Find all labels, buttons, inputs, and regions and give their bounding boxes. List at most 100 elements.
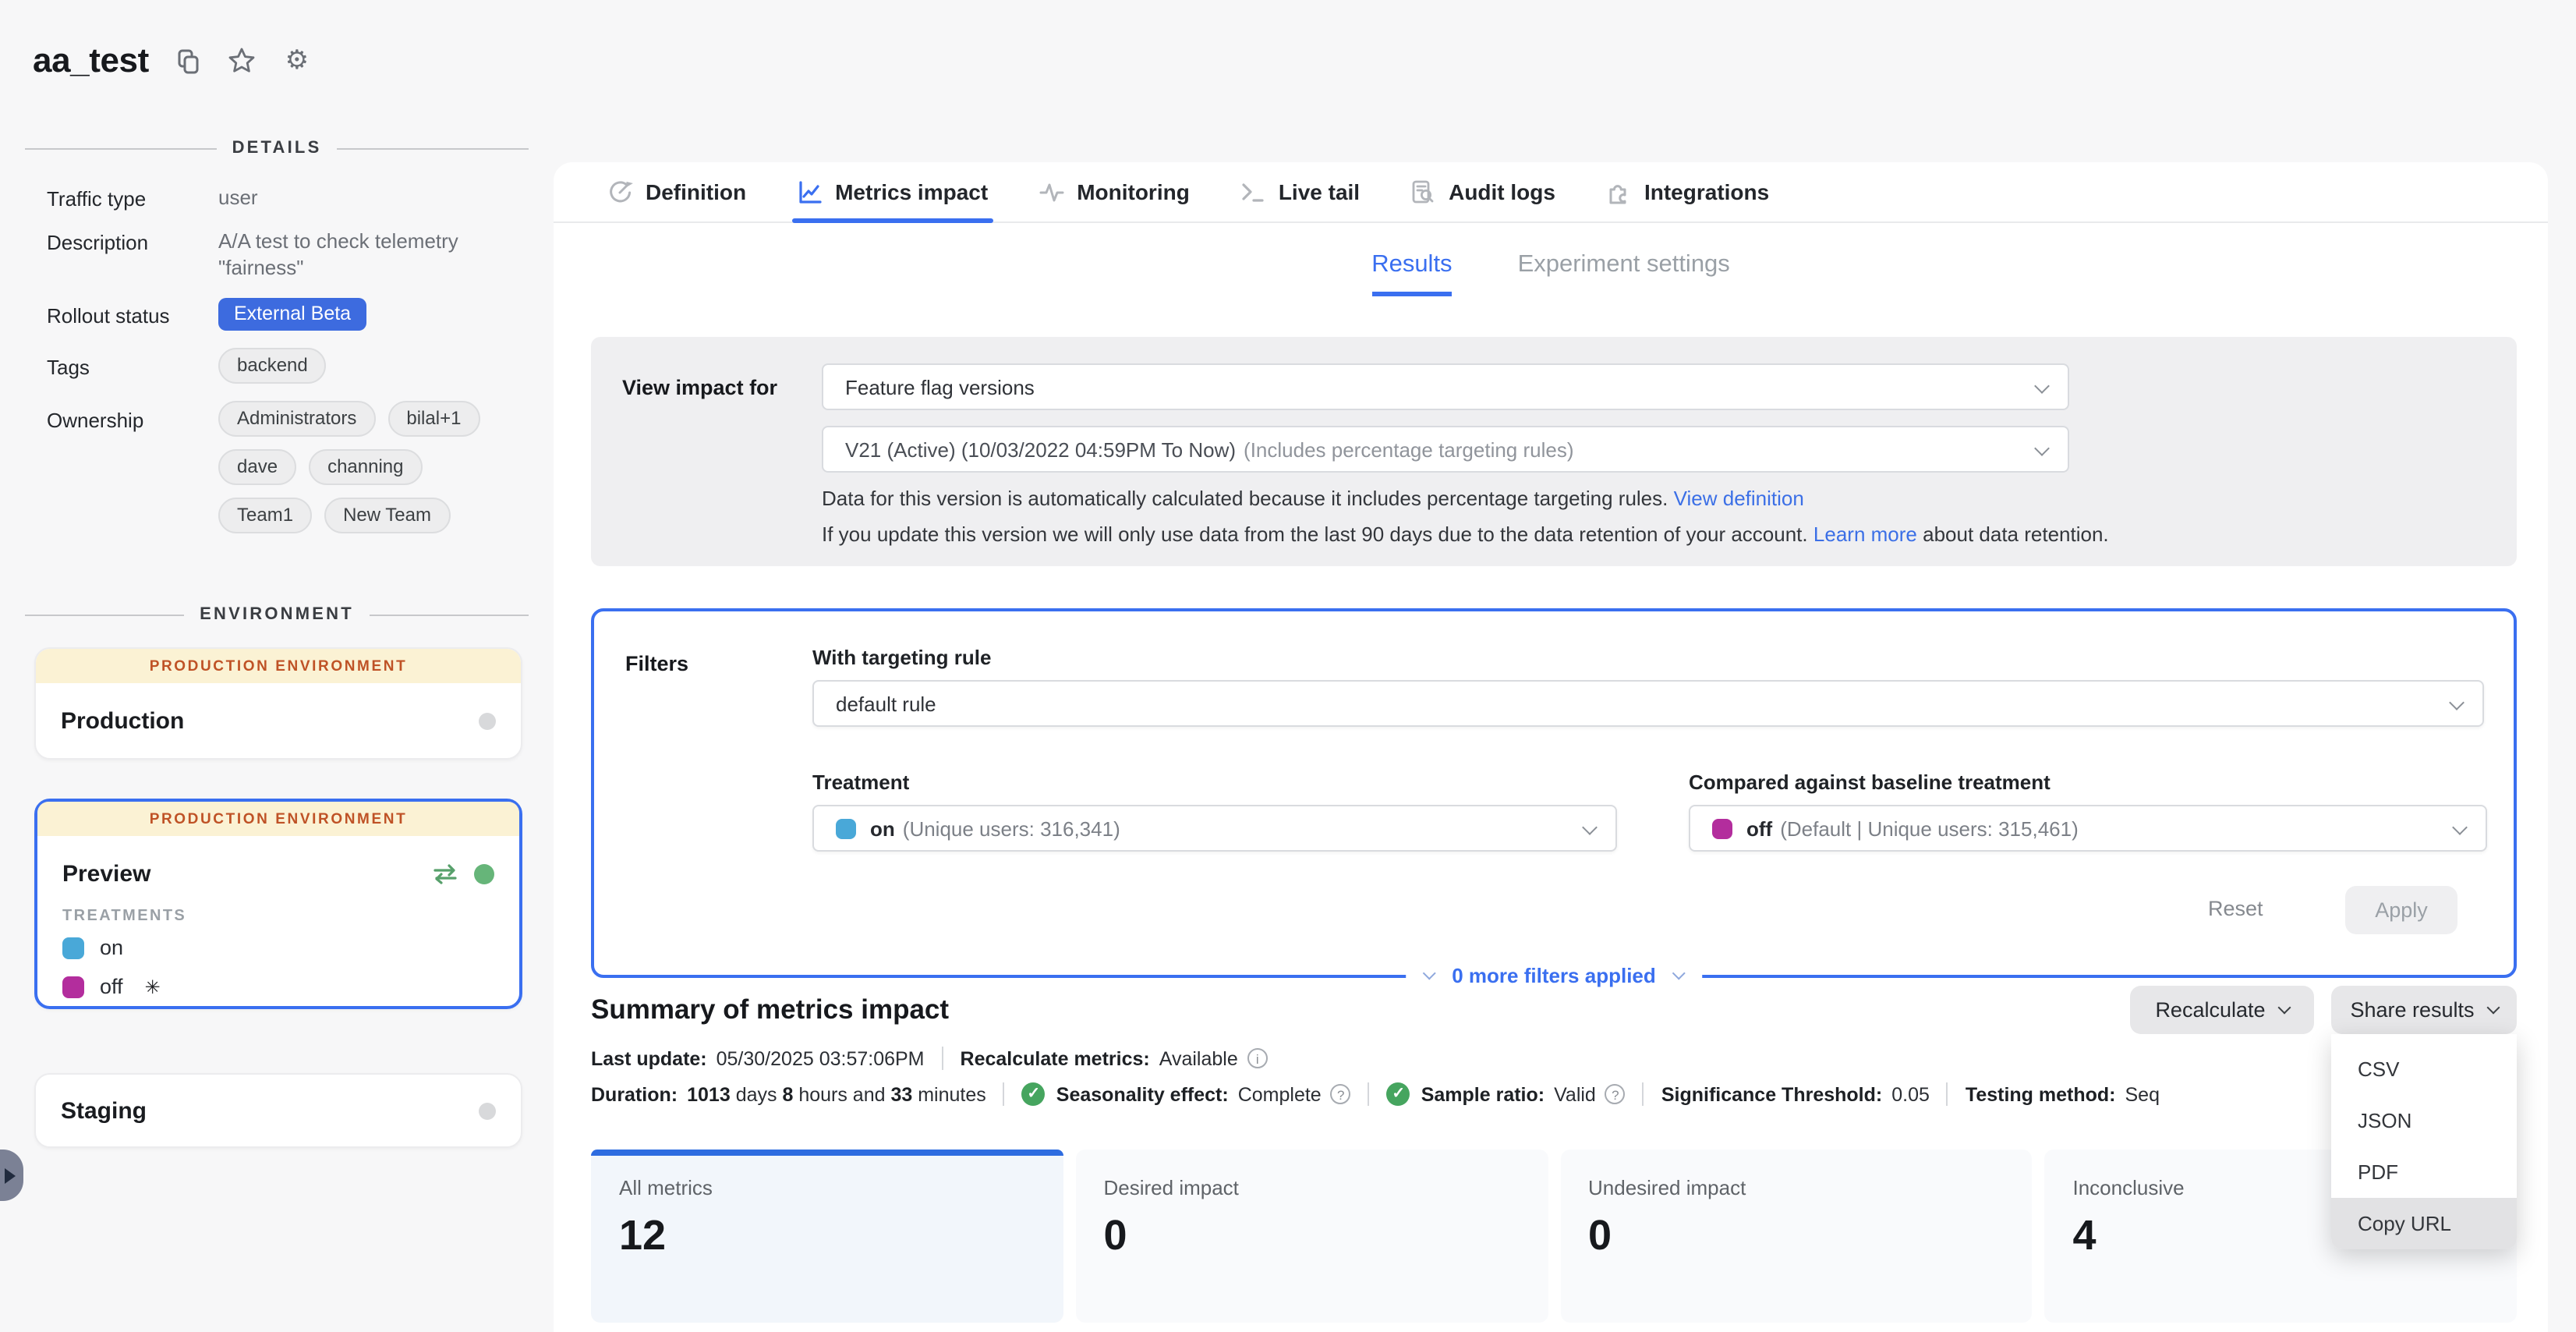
environment-card-staging[interactable]: Staging — [34, 1073, 522, 1148]
owner-chip: New Team — [324, 498, 450, 533]
subtab-results[interactable]: Results — [1371, 251, 1452, 296]
integrations-icon — [1605, 179, 1632, 205]
status-dot — [479, 1102, 496, 1119]
rollout-status-badge: External Beta — [218, 298, 366, 331]
chevron-down-icon — [1672, 966, 1686, 980]
more-filters-toggle[interactable]: 0 more filters applied — [1405, 956, 1703, 994]
environment-card-production[interactable]: PRODUCTION ENVIRONMENT Production — [34, 647, 522, 760]
share-results-menu: CSV JSON PDF Copy URL — [2331, 1034, 2517, 1249]
chevron-down-icon — [1582, 820, 1598, 835]
environment-section-header: ENVIRONMENT — [25, 605, 529, 624]
learn-more-link[interactable]: Learn more — [1813, 523, 1917, 546]
chevron-down-icon — [2452, 820, 2468, 835]
targeting-rule-dropdown[interactable]: default rule — [812, 680, 2484, 727]
filters-panel: Filters With targeting rule default rule… — [591, 608, 2517, 978]
treatment-off-row: off ✳ — [37, 967, 519, 1006]
owner-chip: Team1 — [218, 498, 312, 533]
seasonality-value: Complete — [1238, 1083, 1322, 1105]
copy-icon[interactable] — [172, 45, 203, 76]
details-header-label: DETAILS — [232, 139, 322, 158]
help-icon[interactable]: ? — [1331, 1084, 1351, 1104]
environment-name: Preview — [62, 860, 150, 887]
metric-card-undesired-impact[interactable]: Undesired impact 0 — [1560, 1150, 2033, 1323]
significance-value: 0.05 — [1891, 1083, 1930, 1105]
sidebar: aa_test ⚙ DETAILS Traffi — [0, 0, 554, 1332]
owner-chip: dave — [218, 449, 296, 485]
owner-chip: Administrators — [218, 401, 375, 437]
tab-monitoring[interactable]: Monitoring — [1038, 162, 1190, 221]
tab-definition[interactable]: Definition — [607, 162, 746, 221]
flag-header: aa_test ⚙ — [33, 41, 313, 81]
chevron-down-icon — [2034, 378, 2050, 394]
menu-item-pdf[interactable]: PDF — [2331, 1146, 2517, 1198]
share-results-button[interactable]: Share results — [2331, 986, 2517, 1034]
help-icon[interactable]: ? — [1605, 1084, 1626, 1104]
metric-card-desired-impact[interactable]: Desired impact 0 — [1076, 1150, 1548, 1323]
baseline-dropdown[interactable]: off (Default | Unique users: 315,461) — [1689, 805, 2487, 852]
metric-card-all-metrics[interactable]: All metrics 12 — [591, 1150, 1063, 1323]
gear-icon[interactable]: ⚙ — [281, 45, 313, 76]
treatment-label: Treatment — [812, 771, 909, 794]
results-subtabs: Results Experiment settings — [554, 251, 2548, 296]
tab-audit-logs[interactable]: Audit logs — [1410, 162, 1555, 221]
metrics-impact-icon — [796, 179, 823, 205]
summary-meta-row-1: Last update: 05/30/2025 03:57:06PM Recal… — [591, 1047, 1268, 1070]
treatments-label: TREATMENTS — [37, 902, 519, 928]
chevron-down-icon — [2034, 441, 2050, 456]
rollout-status-row: Rollout status External Beta — [47, 298, 535, 331]
environment-card-preview[interactable]: PRODUCTION ENVIRONMENT Preview TREATMENT… — [34, 799, 522, 1009]
recalculate-metrics-value: Available — [1159, 1047, 1238, 1069]
caret-right-icon — [5, 1167, 16, 1183]
version-dropdown[interactable]: V21 (Active) (10/03/2022 04:59PM To Now)… — [822, 426, 2069, 473]
apply-button[interactable]: Apply — [2345, 886, 2457, 934]
treatment-on-swatch — [62, 937, 84, 958]
live-tail-icon — [1240, 179, 1266, 205]
status-dot-active — [474, 863, 494, 884]
treatment-off-swatch — [1712, 818, 1732, 838]
impact-type-dropdown[interactable]: Feature flag versions — [822, 363, 2069, 410]
testing-method-value: Seq — [2125, 1083, 2160, 1105]
subtab-experiment-settings[interactable]: Experiment settings — [1518, 251, 1730, 296]
chevron-down-icon — [2277, 1001, 2291, 1015]
tab-integrations[interactable]: Integrations — [1605, 162, 1769, 221]
status-dot — [479, 712, 496, 729]
tab-live-tail[interactable]: Live tail — [1240, 162, 1360, 221]
view-definition-link[interactable]: View definition — [1674, 487, 1804, 510]
menu-item-copy-url[interactable]: Copy URL — [2331, 1198, 2517, 1249]
treatment-off-swatch — [62, 976, 84, 997]
traffic-type-row: Traffic type user — [47, 184, 535, 211]
baseline-label: Compared against baseline treatment — [1689, 771, 2051, 794]
environment-header-label: ENVIRONMENT — [200, 605, 354, 624]
ownership-row: Ownership Administrators bilal+1 dave ch… — [47, 401, 535, 533]
description-row: Description A/A test to check telemetry … — [47, 228, 535, 281]
details-section-header: DETAILS — [25, 139, 529, 158]
menu-item-json[interactable]: JSON — [2331, 1095, 2517, 1146]
duration-value: 1013 days 8 hours and 33 minutes — [687, 1083, 986, 1105]
targeting-rule-label: With targeting rule — [812, 646, 991, 669]
details-rows: Traffic type user Description A/A test t… — [47, 184, 535, 551]
page-title: aa_test — [33, 41, 149, 81]
tab-metrics-impact[interactable]: Metrics impact — [796, 162, 988, 221]
menu-item-csv[interactable]: CSV — [2331, 1043, 2517, 1095]
check-circle-icon: ✓ — [1022, 1082, 1046, 1106]
summary-title: Summary of metrics impact — [591, 994, 949, 1026]
version-note-1: Data for this version is automatically c… — [822, 487, 1804, 510]
production-environment-banner: PRODUCTION ENVIRONMENT — [36, 649, 521, 683]
owner-chip: channing — [309, 449, 422, 485]
environment-name: Staging — [61, 1097, 147, 1124]
last-update-value: 05/30/2025 03:57:06PM — [717, 1047, 925, 1069]
production-environment-banner: PRODUCTION ENVIRONMENT — [37, 802, 519, 836]
treatment-on-swatch — [836, 818, 856, 838]
recalculate-button[interactable]: Recalculate — [2130, 986, 2314, 1034]
star-icon[interactable] — [227, 45, 258, 76]
metric-summary-cards: All metrics 12 Desired impact 0 Undesire… — [591, 1150, 2517, 1323]
traffic-type-value: user — [218, 184, 258, 211]
filters-label: Filters — [625, 652, 688, 675]
view-impact-panel: View impact for Feature flag versions V2… — [591, 337, 2517, 566]
info-icon[interactable]: i — [1247, 1048, 1268, 1068]
reset-button[interactable]: Reset — [2208, 897, 2263, 920]
summary-meta-row-2: Duration: 1013 days 8 hours and 33 minut… — [591, 1082, 2160, 1106]
chevron-down-icon — [2449, 695, 2465, 710]
treatment-dropdown[interactable]: on (Unique users: 316,341) — [812, 805, 1617, 852]
tab-bar: Definition Metrics impact Monitoring — [554, 162, 2548, 223]
